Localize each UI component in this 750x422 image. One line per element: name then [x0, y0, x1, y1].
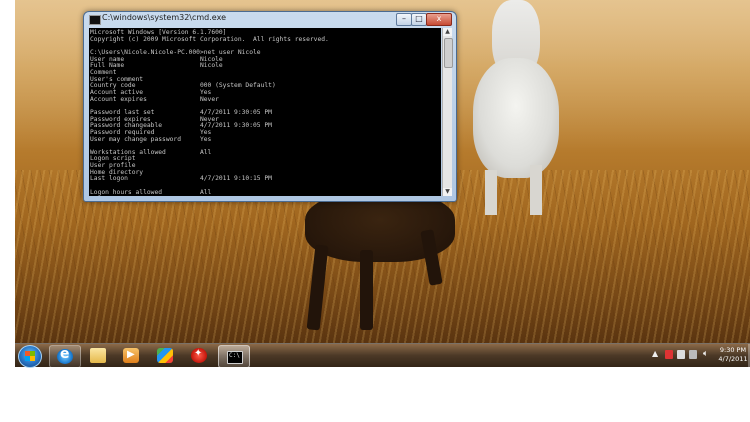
window-titlebar[interactable]: C:\windows\system32\cmd.exe – □ x — [84, 12, 456, 26]
network-icon[interactable] — [677, 350, 685, 359]
start-button[interactable] — [18, 345, 42, 368]
console-text: Microsoft Windows [Version 6.1.7600] Copy… — [89, 28, 441, 196]
close-button[interactable]: x — [426, 13, 452, 26]
console-output[interactable]: Microsoft Windows [Version 6.1.7600] Copy… — [89, 28, 441, 196]
console-line: User may change password Yes — [90, 135, 212, 143]
red-app-icon — [191, 348, 207, 363]
console-line: Account expires Never — [90, 95, 219, 103]
clock-time: 9:30 PM — [719, 346, 747, 354]
action-center-icon[interactable] — [665, 350, 673, 359]
volume-icon[interactable]: 🔈︎ — [703, 349, 708, 359]
white-horse-body — [473, 58, 559, 178]
clock-date: 4/7/2011 — [718, 354, 748, 363]
taskbar-windows-live[interactable] — [150, 345, 180, 366]
taskbar-media-player[interactable] — [116, 345, 146, 366]
taskbar: ▲ 🔈︎ 9:30 PM 4/7/2011 — [15, 343, 750, 368]
folder-icon — [90, 348, 106, 363]
internet-explorer-icon — [57, 346, 73, 364]
console-line: Workstations allowed All — [90, 148, 212, 156]
windows-logo-icon-lower — [25, 356, 35, 361]
show-hidden-icons-button[interactable]: ▲ — [652, 349, 658, 358]
system-clock[interactable]: 9:30 PM 4/7/2011 — [718, 346, 748, 363]
console-line: Full Name Nicole — [90, 62, 223, 70]
vertical-scrollbar[interactable]: ▲ ▼ — [442, 28, 453, 196]
media-player-icon — [123, 348, 139, 363]
white-horse-leg — [485, 170, 497, 215]
maximize-button[interactable]: □ — [411, 13, 427, 26]
scroll-down-icon[interactable]: ▼ — [443, 188, 452, 196]
taskbar-cmd[interactable] — [218, 345, 250, 368]
taskbar-windows-explorer[interactable] — [83, 345, 113, 366]
console-line: Logon hours allowed All — [90, 188, 212, 196]
cmd-icon — [227, 351, 243, 364]
minimize-button[interactable]: – — [396, 13, 412, 26]
white-horse-leg — [530, 165, 542, 215]
console-line: Copyright (c) 2009 Microsoft Corporation… — [90, 35, 329, 43]
power-icon[interactable] — [689, 350, 697, 359]
cmd-window-icon[interactable] — [89, 15, 101, 25]
dark-horse-leg — [360, 250, 373, 330]
taskbar-internet-explorer[interactable] — [49, 345, 81, 368]
console-line: Last logon 4/7/2011 9:10:15 PM — [90, 175, 272, 183]
taskbar-red-app[interactable] — [184, 345, 214, 366]
cmd-window[interactable]: C:\windows\system32\cmd.exe – □ x Micros… — [83, 11, 457, 202]
console-line: Logon script — [90, 155, 136, 163]
scroll-up-icon[interactable]: ▲ — [443, 28, 452, 36]
window-title: C:\windows\system32\cmd.exe — [102, 13, 226, 22]
windows-live-icon — [157, 348, 173, 363]
scrollbar-thumb[interactable] — [444, 38, 453, 68]
